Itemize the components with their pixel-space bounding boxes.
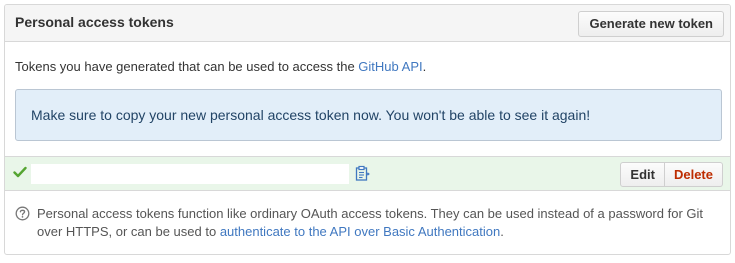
check-icon — [13, 166, 27, 178]
panel-header: Personal access tokens Generate new toke… — [5, 5, 730, 42]
delete-token-button[interactable]: Delete — [664, 162, 723, 187]
edit-token-button[interactable]: Edit — [620, 162, 665, 187]
intro-label: Tokens you have generated that can be us… — [15, 59, 359, 74]
tokens-panel: Personal access tokens Generate new toke… — [4, 4, 731, 255]
token-row: Edit Delete — [5, 156, 730, 191]
token-actions: Edit Delete — [620, 162, 723, 187]
basic-auth-link[interactable]: authenticate to the API over Basic Authe… — [220, 224, 500, 239]
github-api-link[interactable]: GitHub API — [358, 59, 422, 74]
intro-text: Tokens you have generated that can be us… — [15, 59, 426, 74]
token-value-field[interactable] — [31, 164, 349, 184]
clipboard-icon[interactable] — [355, 165, 370, 182]
help-suffix: . — [500, 224, 504, 239]
intro-suffix: . — [422, 59, 427, 74]
question-icon — [15, 206, 30, 221]
page-title: Personal access tokens — [15, 14, 174, 30]
help-note: Personal access tokens function like ord… — [15, 205, 716, 241]
generate-new-token-button[interactable]: Generate new token — [578, 11, 724, 37]
copy-token-notice: Make sure to copy your new personal acce… — [15, 89, 722, 141]
